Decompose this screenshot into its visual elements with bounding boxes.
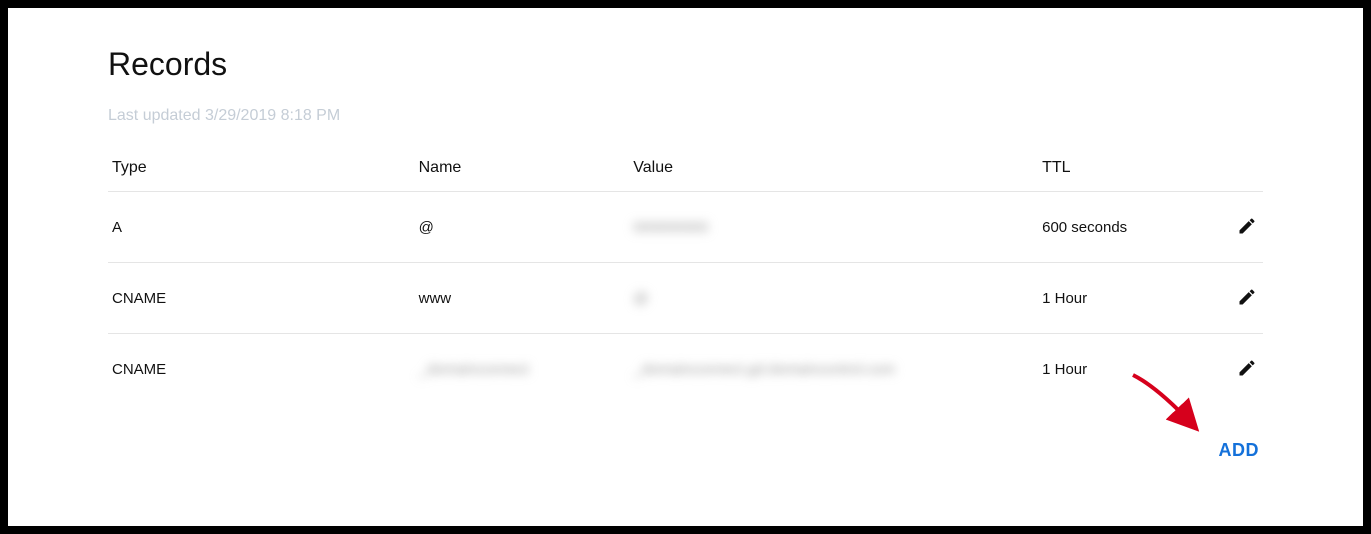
cell-value: 000000000 [629, 192, 1038, 263]
cell-edit [1222, 334, 1263, 405]
cell-edit [1222, 192, 1263, 263]
cell-name: www [415, 263, 630, 334]
pencil-icon [1237, 358, 1257, 378]
cell-ttl: 1 Hour [1038, 334, 1222, 405]
cell-edit [1222, 263, 1263, 334]
table-row: CNAME_domainconnect_domainconnect.gd.dom… [108, 334, 1263, 405]
cell-name: _domainconnect [415, 334, 630, 405]
cell-ttl: 600 seconds [1038, 192, 1222, 263]
table-row: CNAMEwww@1 Hour [108, 263, 1263, 334]
cell-value: _domainconnect.gd.domaincontrol.com [629, 334, 1038, 405]
table-row: A@000000000600 seconds [108, 192, 1263, 263]
col-header-edit [1222, 145, 1263, 192]
cell-type: CNAME [108, 334, 415, 405]
records-table: Type Name Value TTL A@000000000600 secon… [108, 145, 1263, 404]
records-panel: Records Last updated 3/29/2019 8:18 PM T… [8, 8, 1363, 526]
add-row: ADD [108, 404, 1263, 461]
cell-value: @ [629, 263, 1038, 334]
edit-button[interactable] [1235, 214, 1259, 238]
add-button[interactable]: ADD [1219, 440, 1260, 460]
col-header-type: Type [108, 145, 415, 192]
table-header-row: Type Name Value TTL [108, 145, 1263, 192]
last-updated-text: Last updated 3/29/2019 8:18 PM [108, 107, 1263, 125]
cell-ttl: 1 Hour [1038, 263, 1222, 334]
edit-button[interactable] [1235, 356, 1259, 380]
col-header-value: Value [629, 145, 1038, 192]
edit-button[interactable] [1235, 285, 1259, 309]
cell-type: A [108, 192, 415, 263]
col-header-ttl: TTL [1038, 145, 1222, 192]
cell-type: CNAME [108, 263, 415, 334]
page-title: Records [108, 46, 1263, 83]
pencil-icon [1237, 287, 1257, 307]
cell-name: @ [415, 192, 630, 263]
pencil-icon [1237, 216, 1257, 236]
col-header-name: Name [415, 145, 630, 192]
